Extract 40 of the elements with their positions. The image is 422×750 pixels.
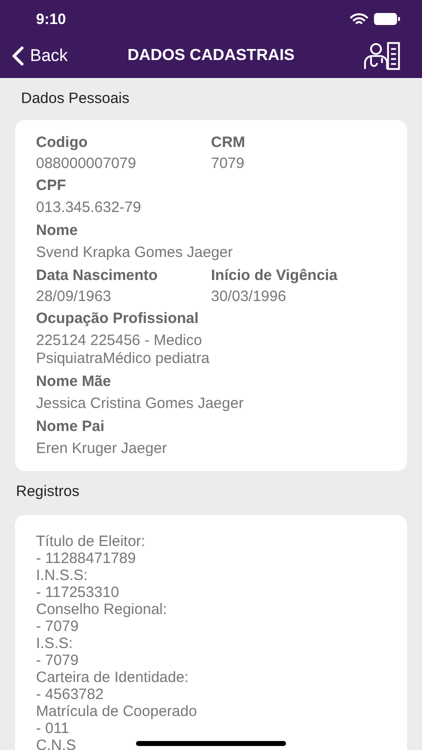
field-value: 28/09/1963 [36,287,112,307]
screen-title: DADOS CADASTRAIS [127,47,295,65]
field-label: Data Nascimento [36,266,159,286]
registro-line: - 7079 [36,652,79,669]
field-value: 30/03/1996 [211,287,288,307]
field-label: Nome Pai [36,417,106,437]
doctor-profile-icon[interactable] [362,41,402,71]
registro-line: - 4563782 [36,686,104,703]
status-time: 9:10 [36,10,66,28]
registro-line: - 7079 [36,618,79,635]
registro-line: Conselho Regional: [36,601,167,618]
registro-line: C.N.S [36,737,76,750]
field-value: Jessica Cristina Gomes Jaeger [36,394,245,414]
back-chevron-icon [12,46,24,66]
section-heading: Registros [15,482,80,502]
registro-line: Título de Eleitor: [36,533,146,550]
section-heading: Dados Pessoais [20,89,130,109]
registro-line: - 11288471789 [36,550,136,567]
field-label: Início de Vigência [211,266,338,286]
field-value: 7079 [211,154,246,174]
field-value: 088000007079 [36,154,138,174]
field-label: CRM [211,133,246,153]
registro-line: - 117253310 [36,584,120,601]
field-value: 225124 225456 - Medico PsiquiatraMédico pediatra [36,331,210,369]
field-label: CPF [36,176,67,196]
registro-line: I.S.S: [36,635,73,652]
field-label: Codigo [36,133,89,153]
registro-line: Carteira de Identidade: [36,669,189,686]
back-button[interactable]: Back [12,46,68,66]
field-value: Eren Kruger Jaeger [36,439,168,459]
battery-icon [374,13,400,25]
wifi-icon [350,12,368,26]
field-label: Nome [36,221,79,241]
field-value: 013.345.632-79 [36,198,142,218]
field-label: Ocupação Profissional [36,309,200,329]
registro-line: - 011 [36,720,70,737]
registro-line: Matrícula de Cooperado [36,703,197,720]
field-value: Svend Krapka Gomes Jaeger [36,243,234,263]
registro-line: I.N.S.S: [36,567,88,584]
field-label: Nome Mãe [36,372,112,392]
